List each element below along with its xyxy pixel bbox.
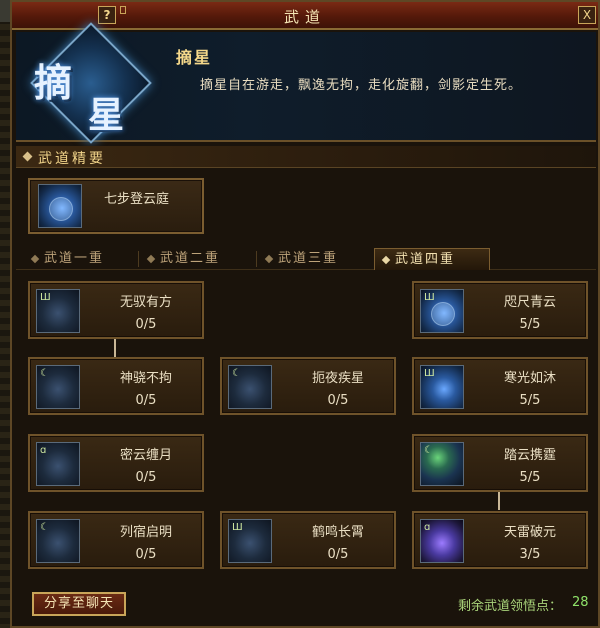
boot-icon: Ш (36, 289, 80, 333)
talent-connector (498, 492, 500, 510)
talent-slot[interactable]: ☾ 神骁不拘 0/5 (28, 357, 204, 415)
talent-rank: 0/5 (135, 470, 157, 485)
corner-rune-icon: Ш (40, 292, 51, 303)
tab-tier-2[interactable]: 武道二重 (140, 248, 252, 270)
talent-slot[interactable]: Ш 鹤鸣长霄 0/5 (220, 511, 396, 569)
talent-slot[interactable]: Ш 无驭有方 0/5 (28, 281, 204, 339)
diamond-bullet-icon (22, 151, 33, 162)
icon-glow (49, 197, 73, 221)
tab-label: 武道一重 (44, 251, 105, 266)
tab-label: 武道二重 (160, 251, 221, 266)
corner-rune-icon: ☾ (40, 522, 49, 533)
emblem-glyph-1: 摘 (34, 60, 73, 105)
green-feather-icon: ☾ (420, 442, 464, 486)
talent-name: 密云缠月 (119, 448, 172, 463)
corner-rune-icon: ☾ (40, 368, 49, 379)
corner-rune-icon: Ш (424, 368, 435, 379)
tab-bullet-icon (264, 254, 274, 264)
tier-tabs: 武道一重 武道二重 武道三重 武道四重 (16, 248, 596, 270)
talent-rank: 5/5 (519, 317, 541, 332)
tab-label: 武道四重 (395, 252, 456, 267)
talent-name: 扼夜疾星 (311, 371, 364, 386)
talent-slot[interactable]: ɑ 天雷破元 3/5 (412, 511, 588, 569)
scroll-icon: Ш (228, 519, 272, 563)
talent-slot[interactable]: ☾ 踏云携霆 5/5 (412, 434, 588, 492)
tab-tier-3[interactable]: 武道三重 (258, 248, 372, 270)
featured-skill[interactable]: 七步登云庭 (28, 178, 204, 234)
talent-name: 天雷破元 (503, 525, 556, 540)
corner-rune-icon: ɑ (424, 522, 431, 533)
talent-rank: 0/5 (135, 393, 157, 408)
orbs-icon: ☾ (228, 365, 272, 409)
tab-bullet-icon (146, 254, 156, 264)
tab-divider (256, 251, 257, 267)
tab-bullet-icon (381, 255, 391, 265)
remaining-points-label: 剩余武道领悟点： (458, 599, 563, 614)
skill-description: 摘星自在游走，飘逸无拘，走化旋翻，剑影定生死。 (200, 78, 523, 93)
close-button[interactable]: X (578, 6, 596, 24)
boot-icon: ☾ (36, 365, 80, 409)
talent-slot[interactable]: Ш 寒光如沐 5/5 (412, 357, 588, 415)
talent-rank: 0/5 (135, 547, 157, 562)
window-title: 武道 (283, 8, 326, 26)
talent-slot[interactable]: ☾ 列宿启明 0/5 (28, 511, 204, 569)
talent-name: 咫尺青云 (503, 295, 556, 310)
left-edge-decoration (0, 0, 10, 628)
corner-rune-icon: ɑ (40, 445, 47, 456)
talent-rank: 5/5 (519, 393, 541, 408)
title-bar[interactable]: ? 武道 X (12, 2, 598, 30)
skill-header: 摘 星 摘星 摘星自在游走，飘逸无拘，走化旋翻，剑影定生死。 (16, 22, 596, 144)
skill-name: 摘星 (176, 48, 213, 67)
section-header: 武道精要 (16, 146, 596, 168)
featured-skill-label: 七步登云庭 (104, 192, 170, 207)
talent-name: 神骁不拘 (119, 371, 172, 386)
tab-divider (138, 251, 139, 267)
talent-rank: 0/5 (135, 317, 157, 332)
tab-label: 武道三重 (278, 251, 339, 266)
figure-aura-icon: Ш (420, 289, 464, 333)
talent-name: 寒光如沐 (503, 371, 556, 386)
martial-dao-window: ? 武道 X 摘 星 摘星 摘星自在游走，飘逸无拘，走化旋翻，剑影定生死。 武道… (10, 0, 600, 628)
tab-tier-1[interactable]: 武道一重 (24, 248, 136, 270)
tab-tier-4[interactable]: 武道四重 (374, 248, 490, 270)
talent-name: 鹤鸣长霄 (311, 525, 364, 540)
talent-connector (114, 339, 116, 357)
corner-rune-icon: Ш (424, 292, 435, 303)
emblem-glyph-2: 星 (88, 94, 125, 136)
talent-slot[interactable]: ɑ 密云缠月 0/5 (28, 434, 204, 492)
talent-rank: 3/5 (519, 547, 541, 562)
figure-aura-icon (38, 184, 82, 228)
talent-slot[interactable]: Ш 咫尺青云 5/5 (412, 281, 588, 339)
talent-rank: 0/5 (327, 393, 349, 408)
corner-rune-icon: ☾ (424, 445, 433, 456)
talent-name: 踏云携霆 (503, 448, 556, 463)
section-title: 武道精要 (38, 151, 106, 167)
skill-emblem-icon: 摘 星 (24, 22, 154, 144)
talent-name: 无驭有方 (119, 295, 172, 310)
orbs-icon: ☾ (36, 519, 80, 563)
corner-rune-icon: Ш (232, 522, 243, 533)
talent-rank: 5/5 (519, 470, 541, 485)
share-to-chat-button[interactable]: 分享至聊天 (32, 592, 126, 616)
corner-rune-icon: ☾ (232, 368, 241, 379)
fist-icon: ɑ (420, 519, 464, 563)
tab-bullet-icon (30, 254, 40, 264)
icon-glow (431, 302, 455, 326)
talent-rank: 0/5 (327, 547, 349, 562)
streak-icon: Ш (420, 365, 464, 409)
talent-slot[interactable]: ☾ 扼夜疾星 0/5 (220, 357, 396, 415)
remaining-points-value: 28 (572, 595, 589, 610)
swirl-icon: ɑ (36, 442, 80, 486)
talent-name: 列宿启明 (119, 525, 172, 540)
